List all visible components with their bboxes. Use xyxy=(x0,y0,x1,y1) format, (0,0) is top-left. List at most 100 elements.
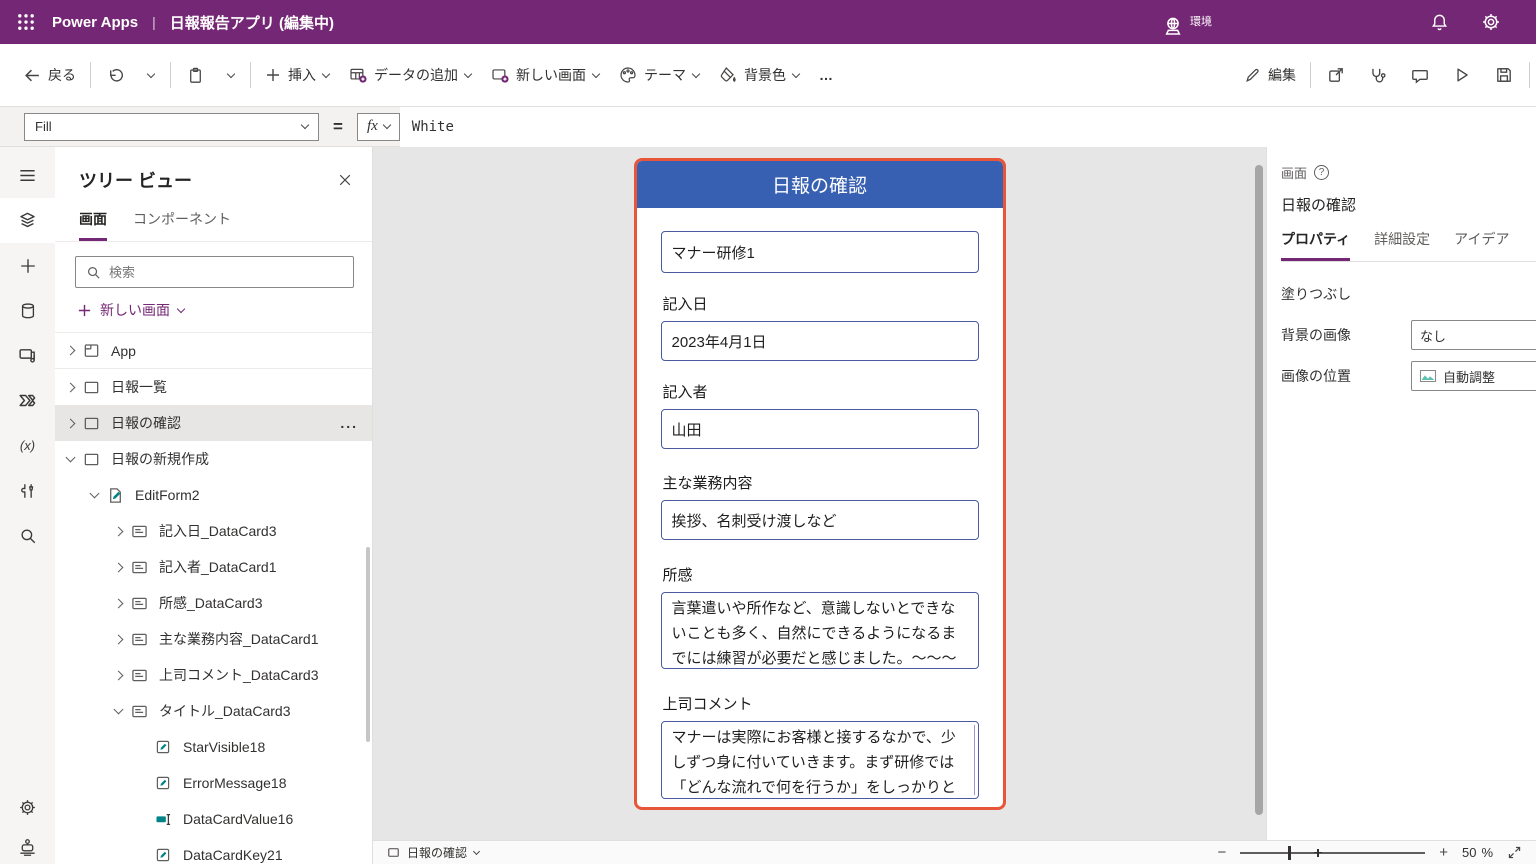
tree-item-control[interactable]: DataCardKey21 xyxy=(55,837,372,864)
equals-sign: = xyxy=(333,117,343,137)
add-data-button[interactable]: データの追加 xyxy=(339,55,481,95)
tab-properties[interactable]: プロパティ xyxy=(1281,225,1350,261)
supervisor-comment-field[interactable]: マナーは実際にお客様と接するなかで、少しずつ身に付いていきます。まず研修では「ど… xyxy=(661,721,979,799)
tree-item-app[interactable]: App xyxy=(55,333,372,369)
date-field[interactable]: 2023年4月1日 xyxy=(661,321,979,361)
comments-icon[interactable] xyxy=(1399,55,1441,95)
rail-settings-gear-icon[interactable] xyxy=(0,785,55,830)
collapse-menu-icon[interactable] xyxy=(0,153,55,198)
property-label-background-image: 背景の画像 xyxy=(1281,325,1411,345)
item-overflow-menu[interactable]: ... xyxy=(340,415,358,431)
waffle-menu-icon[interactable] xyxy=(0,0,52,44)
tab-components[interactable]: コンポーネント xyxy=(133,203,231,241)
notifications-bell-icon[interactable] xyxy=(1424,7,1454,37)
author-field[interactable]: 山田 xyxy=(661,409,979,449)
zoom-slider-thumb[interactable] xyxy=(1288,846,1291,860)
background-image-dropdown[interactable]: なし xyxy=(1411,320,1536,350)
tree-item-screen[interactable]: 日報一覧 xyxy=(55,369,372,405)
media-icon[interactable] xyxy=(0,333,55,378)
insert-button[interactable]: 挿入 xyxy=(255,55,339,95)
form-header: 日報の確認 xyxy=(637,161,1003,208)
undo-button[interactable] xyxy=(95,55,136,95)
preview-play-icon[interactable] xyxy=(1441,55,1483,95)
tree-item-screen[interactable]: 日報の新規作成 xyxy=(55,441,372,477)
tree-item-datacard[interactable]: タイトル_DataCard3 xyxy=(55,693,372,729)
environment-label: 環境 xyxy=(1190,13,1212,29)
chevron-right-icon[interactable] xyxy=(114,562,124,572)
tree-view-icon[interactable] xyxy=(0,198,55,243)
back-button[interactable]: 戻る xyxy=(14,55,86,95)
impressions-field[interactable]: 言葉遣いや所作など、意識しないとできないことも多く、自然にできるようになるまでに… xyxy=(661,592,979,669)
datacard-icon xyxy=(131,703,151,719)
chevron-right-icon[interactable] xyxy=(66,346,76,356)
tree-item-datacard[interactable]: 所感_DataCard3 xyxy=(55,585,372,621)
tree-item-control[interactable]: ErrorMessage18 xyxy=(55,765,372,801)
theme-button[interactable]: テーマ xyxy=(609,55,709,95)
settings-gear-icon[interactable] xyxy=(1476,7,1506,37)
undo-dropdown[interactable] xyxy=(136,55,166,95)
selected-screen-canvas[interactable]: 日報の確認 マナー研修1 記入日 2023年4月1日 記入者 山田 主な業務内容… xyxy=(634,158,1006,810)
datacard-icon xyxy=(131,523,151,539)
edit-button[interactable]: 編集 xyxy=(1234,55,1306,95)
titlebar: Power Apps | 日報報告アプリ (編集中) 環境 xyxy=(0,0,1536,44)
insert-plus-icon[interactable] xyxy=(0,243,55,288)
variables-icon[interactable]: (x) xyxy=(0,423,55,468)
selected-type-label: 画面 xyxy=(1281,163,1307,182)
fx-button[interactable]: fx xyxy=(357,113,400,141)
tree-scrollbar[interactable] xyxy=(366,547,370,742)
chevron-right-icon[interactable] xyxy=(114,670,124,680)
chevron-right-icon[interactable] xyxy=(114,634,124,644)
tab-advanced[interactable]: 詳細設定 xyxy=(1374,225,1430,261)
tree-item-datacard[interactable]: 記入者_DataCard1 xyxy=(55,549,372,585)
title-field[interactable]: マナー研修1 xyxy=(661,231,979,273)
share-icon[interactable] xyxy=(1315,55,1357,95)
search-input[interactable] xyxy=(109,265,343,280)
chevron-right-icon[interactable] xyxy=(66,418,76,428)
tree-search-box[interactable] xyxy=(75,256,354,288)
new-screen-button[interactable]: 新しい画面 xyxy=(481,55,609,95)
tree-item-control[interactable]: DataCardValue16 xyxy=(55,801,372,837)
tree-item-datacard[interactable]: 主な業務内容_DataCard1 xyxy=(55,621,372,657)
label-control-icon xyxy=(155,775,175,791)
tab-ideas[interactable]: アイデア xyxy=(1454,225,1509,261)
tree-item-form[interactable]: EditForm2 xyxy=(55,477,372,513)
power-automate-icon[interactable] xyxy=(0,378,55,423)
background-color-button[interactable]: 背景色 xyxy=(709,55,809,95)
paste-button[interactable] xyxy=(175,55,216,95)
tree-item-datacard[interactable]: 記入日_DataCard3 xyxy=(55,513,372,549)
zoom-in-button[interactable]: + xyxy=(1439,845,1448,860)
data-sources-icon[interactable] xyxy=(0,288,55,333)
close-icon[interactable] xyxy=(338,173,352,187)
tasks-field[interactable]: 挨拶、名刺受け渡しなど xyxy=(661,500,979,540)
chevron-right-icon[interactable] xyxy=(114,598,124,608)
chevron-down-icon[interactable] xyxy=(90,489,100,499)
virtual-agent-icon[interactable] xyxy=(0,830,55,864)
brand-name[interactable]: Power Apps xyxy=(52,14,138,31)
paste-dropdown[interactable] xyxy=(216,55,246,95)
toolbar-overflow-button[interactable]: … xyxy=(809,55,844,95)
chevron-right-icon[interactable] xyxy=(114,526,124,536)
new-screen-link[interactable]: 新しい画面 xyxy=(55,288,372,333)
chevron-down-icon[interactable] xyxy=(114,705,124,715)
formula-input[interactable]: White xyxy=(400,107,1536,147)
canvas-scrollbar[interactable] xyxy=(1255,165,1263,815)
tab-screens[interactable]: 画面 xyxy=(79,203,107,241)
tree-item-control[interactable]: StarVisible18 xyxy=(55,729,372,765)
screen-selector[interactable]: 日報の確認 xyxy=(387,844,479,861)
image-position-dropdown[interactable]: 自動調整 xyxy=(1411,361,1536,391)
advanced-tools-icon[interactable] xyxy=(0,468,55,513)
zoom-out-button[interactable]: − xyxy=(1217,845,1226,860)
tree-item-screen-selected[interactable]: 日報の確認 ... xyxy=(55,405,372,441)
tree-item-datacard[interactable]: 上司コメント_DataCard3 xyxy=(55,657,372,693)
zoom-slider[interactable] xyxy=(1240,846,1425,860)
search-icon[interactable] xyxy=(0,513,55,558)
chevron-down-icon[interactable] xyxy=(66,453,76,463)
app-checker-stethoscope-icon[interactable] xyxy=(1357,55,1399,95)
property-selector[interactable]: Fill xyxy=(24,113,319,141)
save-icon[interactable] xyxy=(1483,55,1525,95)
environment-picker[interactable]: 環境 xyxy=(1162,15,1212,37)
fit-to-window-icon[interactable] xyxy=(1507,845,1522,860)
help-icon[interactable]: ? xyxy=(1314,165,1329,180)
chevron-right-icon[interactable] xyxy=(66,382,76,392)
canvas-viewport[interactable]: 日報の確認 マナー研修1 記入日 2023年4月1日 記入者 山田 主な業務内容… xyxy=(373,147,1266,840)
